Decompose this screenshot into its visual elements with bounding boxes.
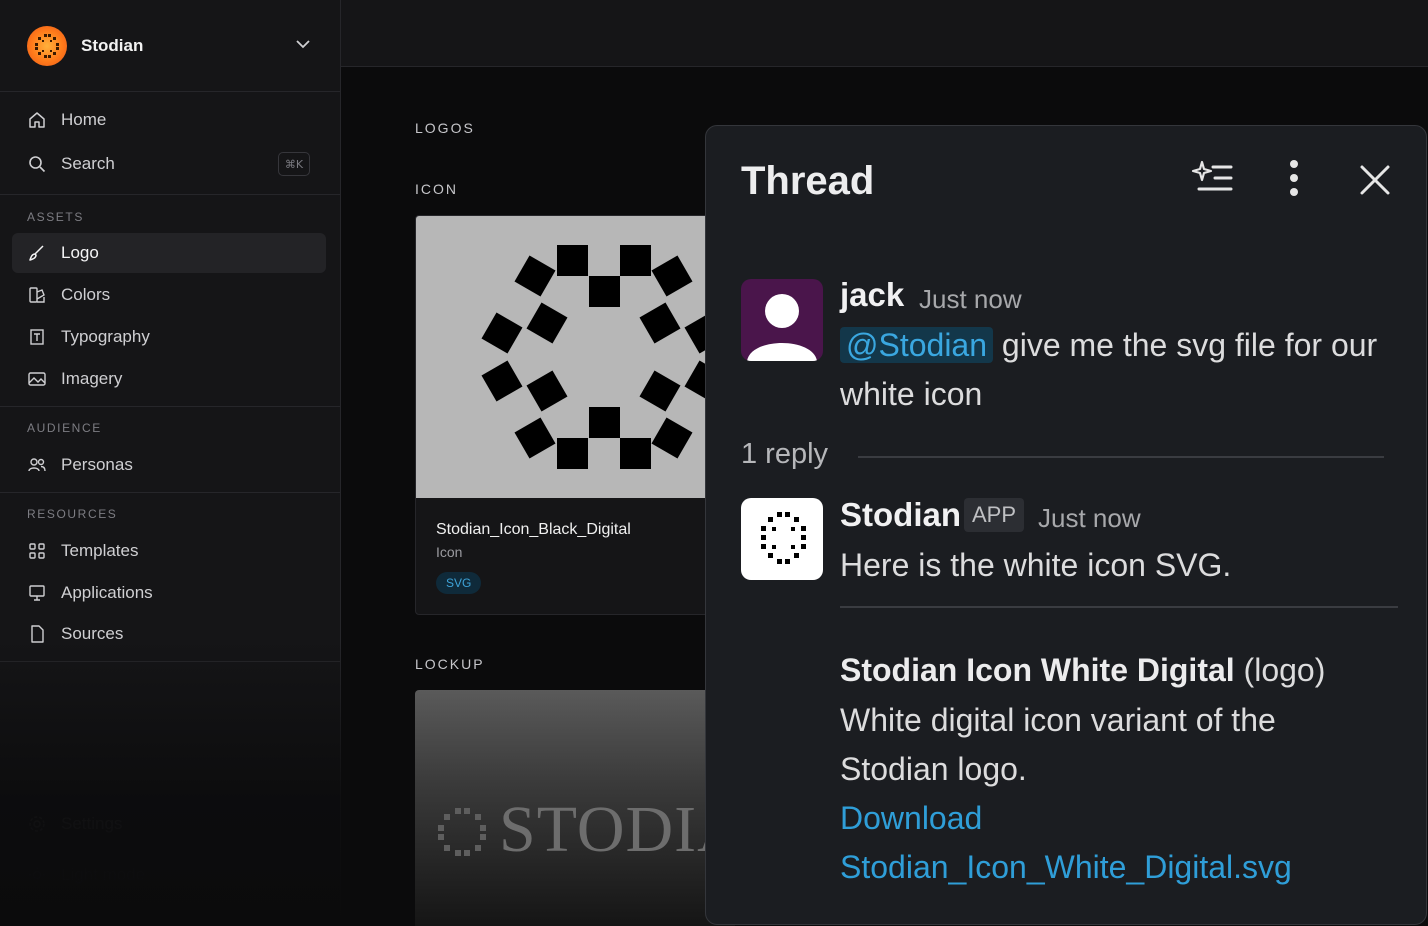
sidebar-item-typography[interactable]: Typography bbox=[12, 317, 326, 357]
sun-icon bbox=[27, 865, 47, 885]
sidebar-item-label: Home bbox=[61, 110, 107, 129]
sidebar-item-label: Personas bbox=[61, 455, 133, 474]
lockup-card-preview[interactable]: STODIA bbox=[415, 690, 735, 926]
sidebar-item-colors[interactable]: Colors bbox=[12, 275, 326, 315]
section-label-audience: AUDIENCE bbox=[27, 421, 102, 435]
replies-divider bbox=[858, 456, 1384, 458]
sidebar-item-search[interactable]: Search ⌘K bbox=[12, 144, 326, 184]
attachment-kind: (logo) bbox=[1243, 652, 1326, 688]
download-filename-link[interactable]: Stodian_Icon_White_Digital.svg bbox=[840, 843, 1292, 892]
attachment-title: Stodian Icon White Digital bbox=[840, 652, 1235, 688]
section-heading-lockup: LOCKUP bbox=[415, 656, 485, 672]
section-label-assets: ASSETS bbox=[27, 210, 84, 224]
message-text: Here is the white icon SVG. bbox=[840, 547, 1232, 583]
sidebar-item-label: Logo bbox=[61, 243, 99, 262]
close-icon[interactable] bbox=[1359, 164, 1391, 196]
gear-icon bbox=[27, 814, 47, 834]
home-icon bbox=[27, 110, 47, 130]
brush-icon bbox=[27, 243, 47, 263]
sidebar-item-label: Applications bbox=[61, 583, 153, 602]
sidebar-item-label: Sources bbox=[61, 624, 124, 643]
asset-preview bbox=[416, 216, 734, 498]
type-icon bbox=[27, 327, 47, 347]
sidebar-item-label: Search bbox=[61, 154, 115, 173]
ai-summary-icon[interactable] bbox=[1191, 159, 1235, 197]
sidebar: Stodian Home Search ⌘K ASSETS Logo Color… bbox=[0, 0, 341, 926]
monitor-icon bbox=[27, 583, 47, 603]
message-author[interactable]: Stodian bbox=[840, 496, 961, 534]
chevron-down-icon[interactable] bbox=[295, 36, 311, 52]
app-badge: APP bbox=[964, 498, 1025, 532]
sidebar-divider bbox=[0, 194, 341, 195]
sidebar-item-home[interactable]: Home bbox=[12, 100, 326, 140]
sidebar-divider bbox=[0, 661, 341, 662]
message-author[interactable]: jack bbox=[840, 276, 904, 314]
sidebar-item-label: Colors bbox=[61, 285, 111, 304]
message-text: @Stodian give me the svg file for our wh… bbox=[840, 321, 1400, 419]
replies-count: 1 reply bbox=[741, 438, 829, 470]
lockup-wordmark: STODIA bbox=[499, 793, 735, 866]
asset-card[interactable]: Stodian_Icon_Black_Digital Icon SVG bbox=[415, 215, 735, 615]
grid-icon bbox=[27, 541, 47, 561]
attachment-divider bbox=[840, 606, 1398, 608]
attachment-description: White digital icon variant of the Stodia… bbox=[840, 702, 1276, 787]
sidebar-item-imagery[interactable]: Imagery bbox=[12, 359, 326, 399]
sidebar-divider bbox=[0, 492, 341, 493]
avatar[interactable] bbox=[741, 279, 823, 361]
user-avatar-icon bbox=[747, 294, 817, 361]
sidebar-item-personas[interactable]: Personas bbox=[12, 445, 326, 485]
asset-card-type: Icon bbox=[436, 544, 463, 560]
sidebar-item-label: Settings bbox=[61, 814, 123, 833]
sidebar-item-label: Templates bbox=[61, 541, 139, 560]
stodian-app-icon bbox=[761, 512, 806, 564]
attachment-title-line: Stodian Icon White Digital (logo) bbox=[840, 646, 1325, 695]
workspace-name: Stodian bbox=[81, 35, 144, 55]
file-icon bbox=[27, 624, 47, 644]
stodian-icon-black bbox=[481, 245, 726, 469]
sidebar-item-label: Imagery bbox=[61, 369, 123, 388]
sidebar-item-sources[interactable]: Sources bbox=[12, 614, 326, 654]
workspace-logo bbox=[27, 25, 67, 66]
users-icon bbox=[27, 455, 47, 475]
sidebar-item-label: Light mode bbox=[61, 865, 146, 884]
section-heading-icon: ICON bbox=[415, 181, 458, 197]
palette-icon bbox=[27, 285, 47, 305]
asset-card-title: Stodian_Icon_Black_Digital bbox=[436, 521, 631, 538]
sidebar-item-logo[interactable]: Logo bbox=[12, 233, 326, 273]
image-icon bbox=[27, 369, 47, 389]
message-timestamp[interactable]: Just now bbox=[919, 284, 1022, 315]
message-timestamp[interactable]: Just now bbox=[1038, 503, 1141, 534]
download-link[interactable]: Download bbox=[840, 794, 982, 843]
top-bar bbox=[341, 0, 1428, 67]
page-heading: LOGOS bbox=[415, 120, 475, 136]
user-mention[interactable]: @Stodian bbox=[840, 327, 994, 363]
sidebar-item-applications[interactable]: Applications bbox=[12, 573, 326, 613]
workspace-switcher[interactable]: Stodian bbox=[0, 0, 341, 92]
sidebar-divider bbox=[0, 406, 341, 407]
more-options-icon[interactable] bbox=[1284, 159, 1304, 199]
search-icon bbox=[27, 154, 47, 174]
sidebar-item-light-mode[interactable]: Light mode bbox=[12, 855, 326, 895]
sidebar-item-settings[interactable]: Settings bbox=[12, 804, 326, 844]
search-shortcut: ⌘K bbox=[278, 152, 310, 176]
format-badge: SVG bbox=[436, 572, 482, 594]
lockup-icon bbox=[438, 808, 486, 856]
avatar[interactable] bbox=[741, 498, 823, 580]
sidebar-item-templates[interactable]: Templates bbox=[12, 531, 326, 571]
section-label-resources: RESOURCES bbox=[27, 507, 118, 521]
sidebar-item-label: Typography bbox=[61, 327, 150, 346]
thread-title: Thread bbox=[741, 159, 875, 203]
thread-panel: Thread jack Just now @Stodian give me th… bbox=[705, 125, 1427, 925]
